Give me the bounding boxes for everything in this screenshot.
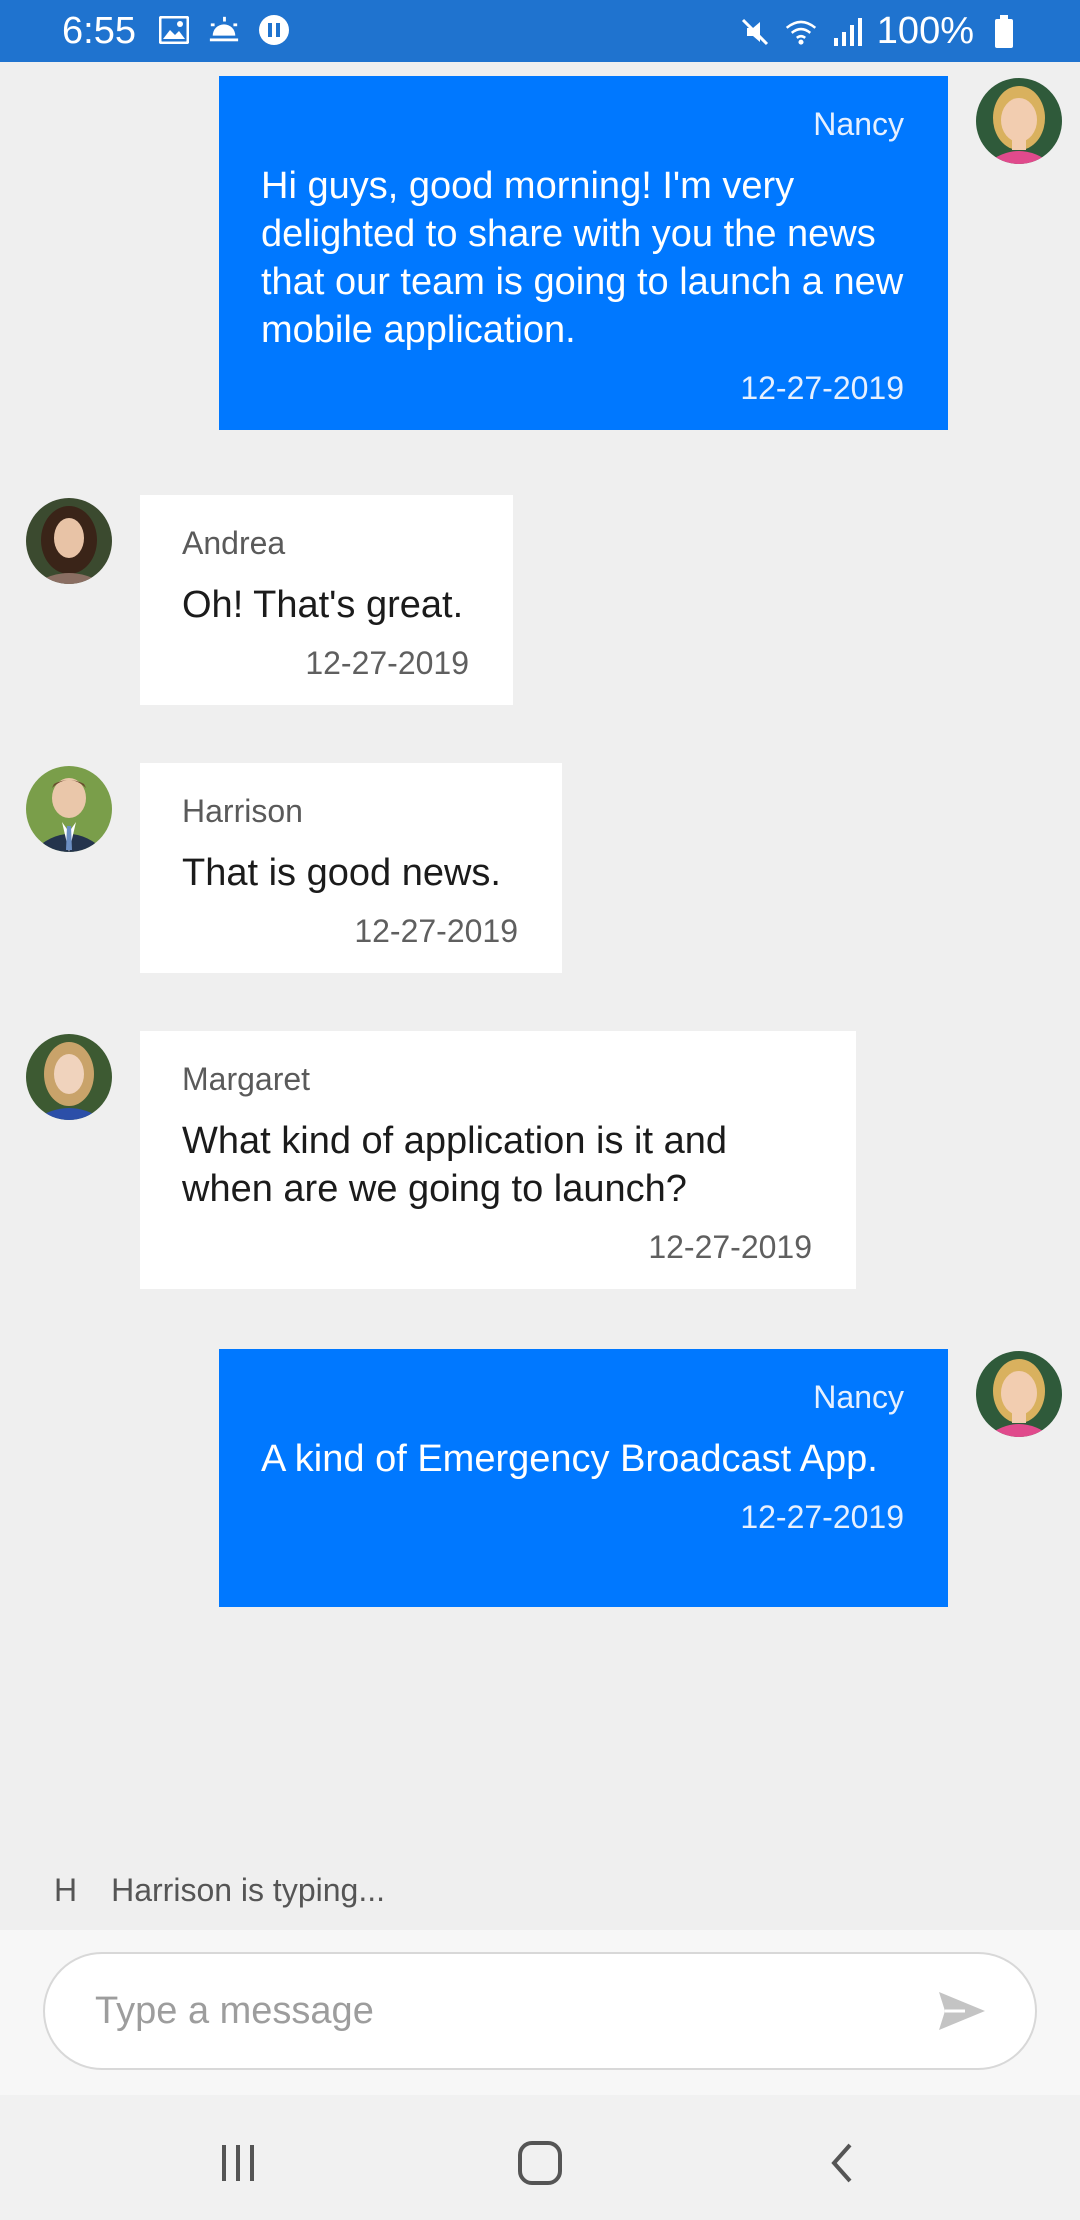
message-author: Nancy — [813, 1379, 904, 1415]
message-bubble[interactable]: Harrison That is good news. 12-27-2019 — [140, 763, 562, 973]
message-date: 12-27-2019 — [740, 1499, 904, 1535]
message-text: Oh! That's great. — [182, 584, 464, 626]
recent-apps-icon — [222, 2145, 254, 2181]
status-right: 100% — [739, 10, 1020, 53]
message-composer — [0, 1930, 1080, 2095]
status-bar: 6:55 100% — [0, 0, 1080, 62]
message-author: Andrea — [182, 525, 286, 561]
message-date: 12-27-2019 — [305, 645, 469, 681]
system-nav-bar — [0, 2095, 1080, 2220]
typing-indicator: H Harrison is typing... — [54, 1872, 385, 1909]
home-button[interactable] — [510, 2133, 570, 2193]
message-author: Margaret — [182, 1061, 311, 1097]
battery-icon — [988, 14, 1020, 48]
typing-text: Harrison is typing... — [111, 1872, 385, 1908]
send-button[interactable] — [935, 1984, 989, 2038]
message-bubble[interactable]: Nancy A kind of Emergency Broadcast App.… — [219, 1349, 948, 1607]
recent-apps-button[interactable] — [208, 2133, 268, 2193]
wifi-icon — [785, 16, 817, 48]
message-bubble[interactable]: Andrea Oh! That's great. 12-27-2019 — [140, 495, 513, 705]
message-bubble[interactable]: Margaret What kind of application is it … — [140, 1031, 856, 1289]
status-time: 6:55 — [62, 10, 136, 52]
media-icon — [258, 14, 290, 46]
image-icon — [158, 14, 190, 46]
avatar-harrison[interactable] — [26, 766, 112, 852]
message-text: A kind of Emergency Broadcast App. — [261, 1438, 878, 1480]
message-author: Harrison — [182, 793, 303, 829]
message-bubble[interactable]: Nancy Hi guys, good morning! I'm very de… — [219, 76, 948, 430]
avatar-nancy[interactable] — [976, 78, 1062, 164]
back-button[interactable] — [814, 2133, 874, 2193]
signal-icon — [831, 16, 863, 48]
message-input-container[interactable] — [43, 1952, 1037, 2070]
message-text: That is good news. — [182, 852, 501, 894]
message-text: Hi guys, good morning! I'm very delighte… — [261, 165, 904, 351]
avatar-nancy[interactable] — [976, 1351, 1062, 1437]
avatar-margaret[interactable] — [26, 1034, 112, 1120]
send-icon — [939, 1992, 985, 2030]
chat-messages[interactable]: Nancy Hi guys, good morning! I'm very de… — [0, 62, 1080, 1862]
message-date: 12-27-2019 — [648, 1229, 812, 1265]
typing-initial: H — [54, 1872, 78, 1908]
battery-percentage: 100% — [876, 10, 974, 52]
avatar-andrea[interactable] — [26, 498, 112, 584]
home-icon — [518, 2141, 562, 2185]
mute-icon — [739, 16, 771, 48]
status-left-icons — [158, 14, 290, 46]
weather-icon — [208, 14, 240, 46]
message-author: Nancy — [813, 106, 904, 142]
message-text: What kind of application is it and when … — [182, 1120, 727, 1210]
message-date: 12-27-2019 — [740, 370, 904, 406]
message-input[interactable] — [93, 1982, 917, 2040]
message-date: 12-27-2019 — [354, 913, 518, 949]
back-icon — [831, 2143, 852, 2183]
